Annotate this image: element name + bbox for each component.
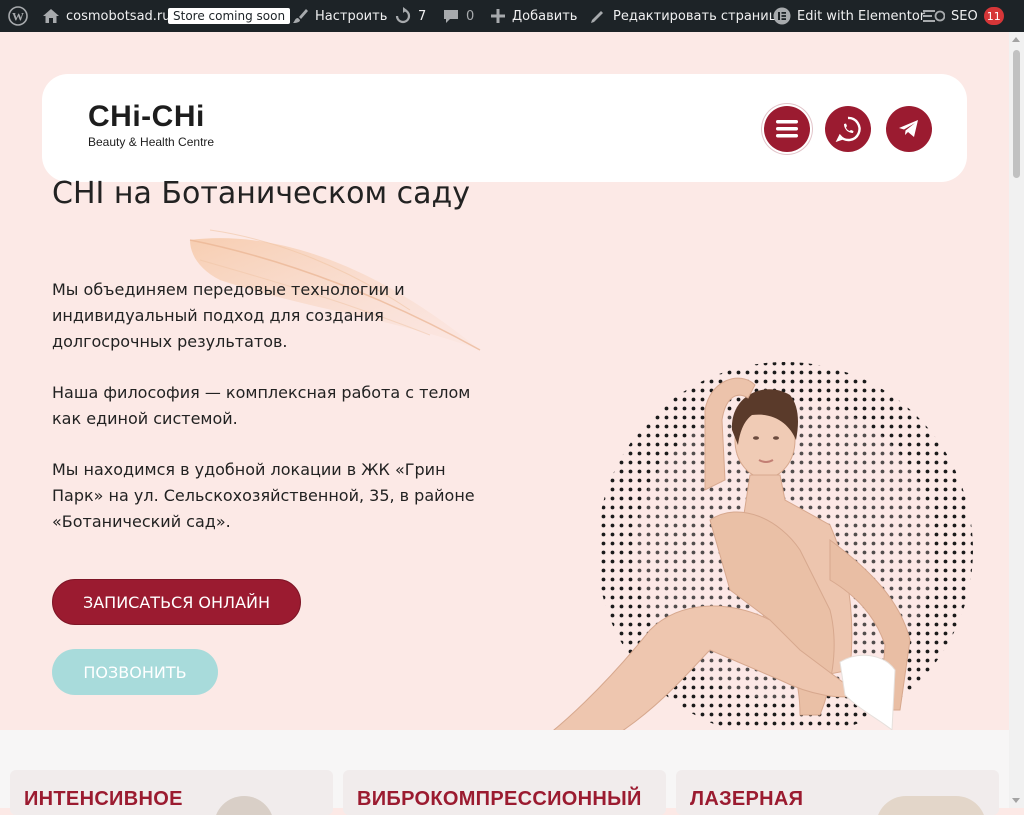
customize-label: Настроить: [315, 8, 388, 24]
telegram-button[interactable]: [886, 106, 932, 152]
customize-link[interactable]: Настроить: [291, 0, 387, 32]
elementor-link[interactable]: Edit with Elementor: [773, 0, 925, 32]
service-card-image: [876, 796, 986, 815]
page-scrollbar[interactable]: [1009, 32, 1024, 808]
updates-count: 7: [418, 8, 427, 24]
comments-link[interactable]: 0: [442, 0, 474, 32]
add-new-link[interactable]: Добавить: [490, 0, 577, 32]
store-badge-label: Store coming soon: [168, 8, 291, 24]
service-card[interactable]: ВИБРОКОМПРЕССИОННЫЙ: [343, 770, 666, 815]
pencil-icon: [591, 11, 603, 23]
logo-mark: CHi-CHi: [88, 100, 205, 133]
add-new-label: Добавить: [512, 8, 578, 24]
whatsapp-icon: [835, 116, 861, 142]
svg-text:W: W: [12, 10, 24, 24]
menu-icon: [776, 120, 798, 138]
menu-button[interactable]: [764, 106, 810, 152]
site-header: CHi-CHi Beauty & Health Centre: [42, 74, 967, 182]
store-status-badge[interactable]: Store coming soon: [168, 0, 291, 32]
plus-icon: [491, 9, 505, 23]
elementor-label: Edit with Elementor: [797, 8, 926, 24]
brush-icon: [293, 9, 308, 23]
service-card[interactable]: ИНТЕНСИВНОЕ: [10, 770, 333, 815]
elementor-icon: [773, 7, 791, 25]
edit-page-link[interactable]: Редактировать страницу: [589, 0, 785, 32]
book-online-button[interactable]: ЗАПИСАТЬСЯ ОНЛАЙН: [52, 579, 301, 625]
seo-icon: [923, 10, 945, 22]
wordpress-logo-icon[interactable]: W: [8, 0, 28, 32]
site-name: cosmobotsad.ru: [66, 8, 171, 24]
hero-location-text: Мы находимся в удобной локации в ЖК «Гри…: [52, 460, 475, 531]
logo[interactable]: CHi-CHi Beauty & Health Centre: [88, 100, 215, 150]
seo-link[interactable]: SEO 11: [923, 0, 1004, 32]
seo-label: SEO: [951, 8, 978, 24]
admin-bar: W cosmobotsad.ru Store coming soon Настр…: [0, 0, 1024, 32]
service-card[interactable]: ЛАЗЕРНАЯ: [676, 770, 999, 815]
edit-page-label: Редактировать страницу: [613, 8, 786, 24]
scroll-down-arrow-icon[interactable]: [1012, 798, 1020, 803]
hero-intro-text: Мы объединяем передовые технологии и инд…: [52, 280, 405, 351]
comment-icon: [444, 10, 458, 23]
telegram-icon: [899, 120, 918, 137]
hero-title: CHI на Ботаническом саду: [52, 176, 471, 211]
service-card-image: [214, 796, 274, 815]
call-button[interactable]: ПОЗВОНИТЬ: [52, 649, 218, 695]
updates-link[interactable]: 7: [394, 0, 426, 32]
admin-site-link[interactable]: cosmobotsad.ru: [42, 0, 171, 32]
hero-philosophy-text: Наша философия — комплексная работа с те…: [52, 383, 471, 428]
seo-count-badge: 11: [983, 7, 1004, 25]
scrollbar-thumb[interactable]: [1013, 50, 1020, 178]
updates-icon: [395, 7, 411, 24]
logo-subtitle: Beauty & Health Centre: [88, 135, 215, 149]
whatsapp-button[interactable]: [825, 106, 871, 152]
comments-count: 0: [466, 8, 475, 24]
scroll-up-arrow-icon[interactable]: [1012, 37, 1020, 42]
hero-model-image: [519, 362, 973, 756]
home-icon: [43, 9, 59, 23]
